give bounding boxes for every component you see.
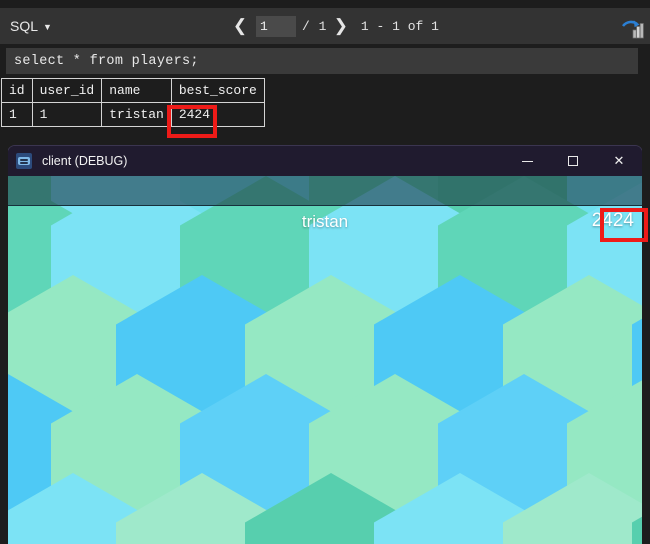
column-header-name: name bbox=[101, 78, 172, 103]
sql-mode-dropdown[interactable]: SQL ▼ bbox=[10, 18, 52, 34]
column-header-id: id bbox=[1, 78, 33, 103]
close-icon: ✕ bbox=[613, 153, 625, 168]
sql-mode-label: SQL bbox=[10, 18, 39, 34]
sql-toolbar: SQL ▼ ❮ / 1 ❯ 1 - 1 of 1 bbox=[0, 8, 650, 44]
cell-user-id: 1 bbox=[31, 102, 103, 127]
hud-score: 2424 bbox=[591, 210, 634, 231]
pagination-controls: ❮ / 1 ❯ 1 - 1 of 1 bbox=[228, 8, 439, 44]
minimize-icon bbox=[521, 160, 533, 162]
maximize-icon bbox=[568, 156, 578, 166]
sql-query-text: select * from players; bbox=[14, 53, 199, 69]
sql-console-panel: SQL ▼ ❮ / 1 ❯ 1 - 1 of 1 bbox=[0, 0, 650, 145]
table-row[interactable]: 1 1 tristan 2424 bbox=[1, 102, 265, 127]
close-button[interactable]: ✕ bbox=[596, 146, 642, 176]
previous-page-icon[interactable]: ❮ bbox=[228, 11, 252, 41]
page-number-input[interactable] bbox=[256, 15, 296, 37]
cell-best-score: 2424 bbox=[170, 102, 265, 127]
hud-player-name: tristan bbox=[301, 212, 349, 231]
hud-top-strip bbox=[8, 176, 642, 206]
minimize-button[interactable] bbox=[504, 146, 550, 176]
window-title: client (DEBUG) bbox=[42, 154, 128, 168]
row-range-label: 1 - 1 of 1 bbox=[360, 18, 439, 34]
game-canvas[interactable]: tristan 2424 tristan bbox=[8, 176, 642, 544]
window-titlebar[interactable]: client (DEBUG) ✕ bbox=[8, 146, 642, 176]
next-page-icon[interactable]: ❯ bbox=[329, 11, 353, 41]
left-desktop-gutter bbox=[0, 146, 8, 544]
right-desktop-gutter bbox=[642, 146, 650, 544]
screen-root: SQL ▼ ❮ / 1 ❯ 1 - 1 of 1 bbox=[0, 0, 650, 544]
cell-name: tristan bbox=[101, 102, 172, 127]
export-to-chart-icon[interactable] bbox=[621, 18, 645, 42]
client-game-window: client (DEBUG) ✕ tristan 2424 tristan bbox=[8, 146, 642, 544]
client-app-icon bbox=[16, 153, 32, 169]
maximize-button[interactable] bbox=[550, 146, 596, 176]
column-header-best-score: best_score bbox=[170, 78, 265, 103]
chevron-down-icon: ▼ bbox=[43, 21, 52, 32]
query-results-table: id user_id name best_score 1 1 tristan 2… bbox=[1, 78, 265, 127]
cell-id: 1 bbox=[1, 102, 33, 127]
column-header-user-id: user_id bbox=[31, 78, 103, 103]
table-header-row: id user_id name best_score bbox=[1, 78, 265, 103]
page-total-label: / 1 bbox=[302, 18, 327, 34]
sql-query-input[interactable]: select * from players; bbox=[6, 48, 638, 74]
